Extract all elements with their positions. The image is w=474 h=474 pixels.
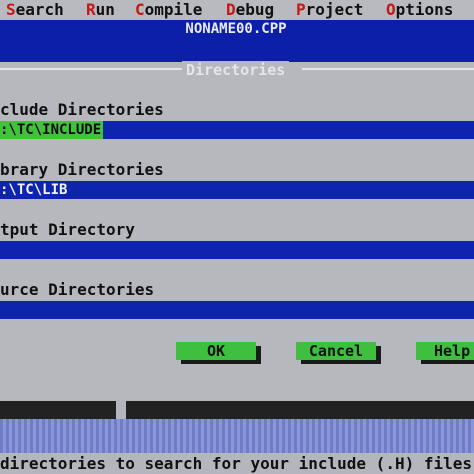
include-directories-field[interactable]: :\TC\INCLUDE [0,121,474,139]
include-directories-label: clude Directories [0,100,164,119]
scroll-region[interactable] [0,419,474,453]
library-directories-field[interactable]: :\TC\LIB [0,181,474,199]
menu-bar: Search Run Compile Debug Project Options [0,0,474,20]
output-directory-label: tput Directory [0,220,135,239]
menu-run[interactable]: Run [86,0,115,20]
dialog-frame-top-right [302,68,474,70]
output-directory-field[interactable] [0,241,474,259]
menu-project[interactable]: Project [296,0,363,20]
history-strip-left [0,401,116,419]
include-directories-value: :\TC\INCLUDE [0,121,104,139]
status-text: directories to search for your include (… [0,454,473,473]
dialog-frame-top-left [0,68,182,70]
history-strip-right [126,401,474,419]
source-directories-field[interactable] [0,301,474,319]
ok-button-shadow-bottom [181,360,261,364]
menu-options[interactable]: Options [386,0,453,20]
menu-search[interactable]: Search [6,0,64,20]
menu-compile[interactable]: Compile [135,0,202,20]
ok-button[interactable]: OK [176,342,256,360]
library-directories-value: :\TC\LIB [0,182,68,198]
menu-debug[interactable]: Debug [226,0,274,20]
help-button-shadow-bottom [421,360,474,364]
library-directories-label: brary Directories [0,160,164,179]
status-bar: directories to search for your include (… [0,453,474,474]
help-button[interactable]: Help [416,342,474,360]
cancel-button[interactable]: Cancel [296,342,376,360]
source-directories-label: urce Directories [0,280,155,299]
dialog-title: Directories [182,61,290,79]
cancel-button-shadow-bottom [301,360,381,364]
editor-file-title: NONAME00.CPP [170,20,302,38]
